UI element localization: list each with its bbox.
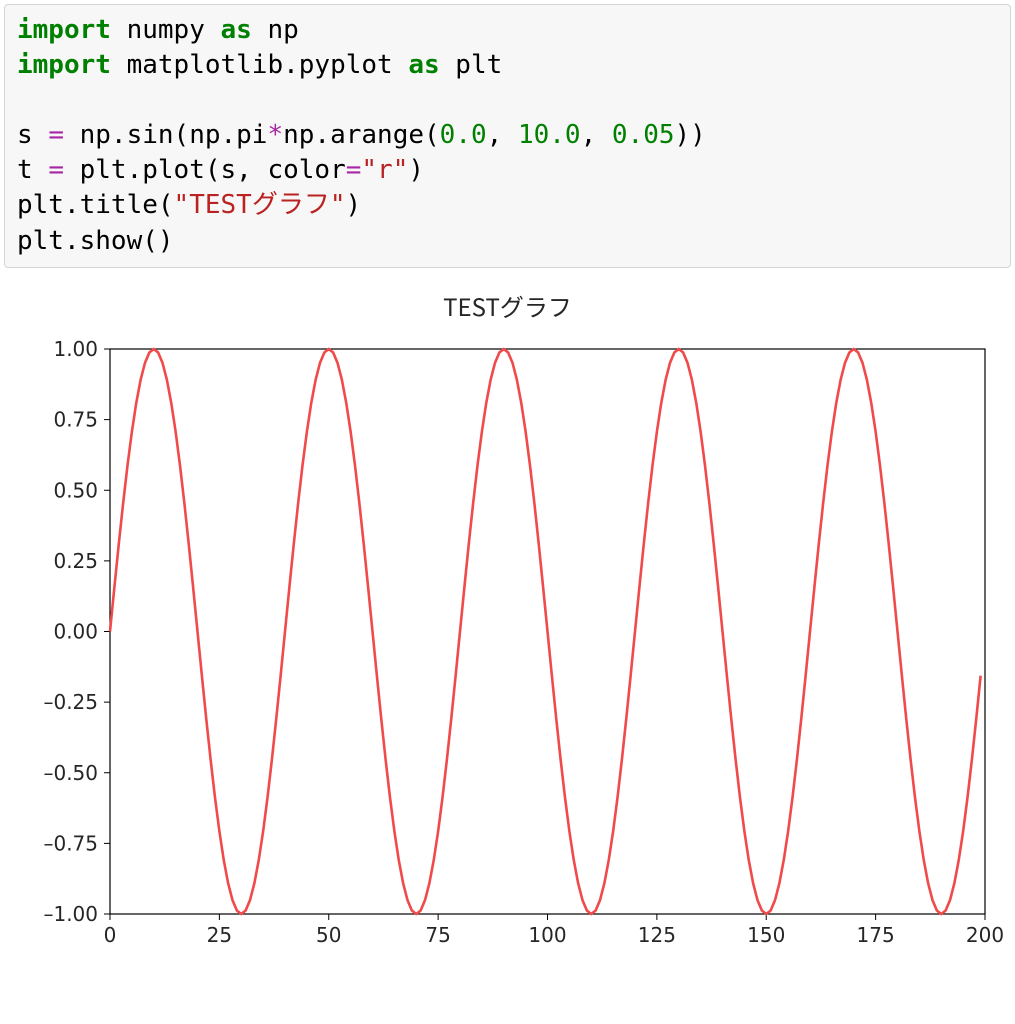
keyword-as: as xyxy=(408,50,439,80)
x-tick-label: 100 xyxy=(528,923,566,947)
code-line-3: s = np.sin(np.pi*np.arange(0.0, 10.0, 0.… xyxy=(17,120,706,150)
keyword-as: as xyxy=(221,15,252,45)
chart-svg: 0 25 50 75 100 125 150 175 200 –1.00 –0.75 –0.50 –0.… xyxy=(10,329,1005,969)
y-tick-label: –0.75 xyxy=(43,831,98,855)
code-line-4: t = plt.plot(s, color="r") xyxy=(17,155,424,185)
y-tick-label: –0.50 xyxy=(43,760,98,784)
code-block: import numpy as np import matplotlib.pyp… xyxy=(4,4,1011,268)
code-line-2: import matplotlib.pyplot as plt xyxy=(17,50,502,80)
code-line-1: import numpy as np xyxy=(17,15,299,45)
x-tick-label: 75 xyxy=(425,923,450,947)
chart-title: TESTグラフ xyxy=(10,288,1005,323)
code-line-6: plt.show() xyxy=(17,226,174,256)
y-tick-label: 0.50 xyxy=(53,478,98,502)
series-line xyxy=(110,349,981,914)
x-tick-label: 125 xyxy=(638,923,676,947)
keyword-import: import xyxy=(17,15,111,45)
code-line-5: plt.title("TESTグラフ") xyxy=(17,190,361,220)
chart-container: TESTグラフ 0 25 50 75 100 125 150 175 200 –1.00 –0.75… xyxy=(0,288,1015,989)
x-tick-label: 200 xyxy=(966,923,1004,947)
y-tick-label: 0.75 xyxy=(53,407,98,431)
x-tick-label: 150 xyxy=(747,923,785,947)
x-tick-label: 175 xyxy=(857,923,895,947)
y-tick-label: 0.00 xyxy=(53,619,98,643)
x-tick-label: 25 xyxy=(207,923,232,947)
keyword-import: import xyxy=(17,50,111,80)
y-tick-label: 0.25 xyxy=(53,549,98,573)
y-tick-label: –0.25 xyxy=(43,690,98,714)
y-tick-label: –1.00 xyxy=(43,902,98,926)
x-tick-label: 50 xyxy=(316,923,341,947)
y-tick-label: 1.00 xyxy=(53,337,98,361)
x-tick-label: 0 xyxy=(104,923,117,947)
